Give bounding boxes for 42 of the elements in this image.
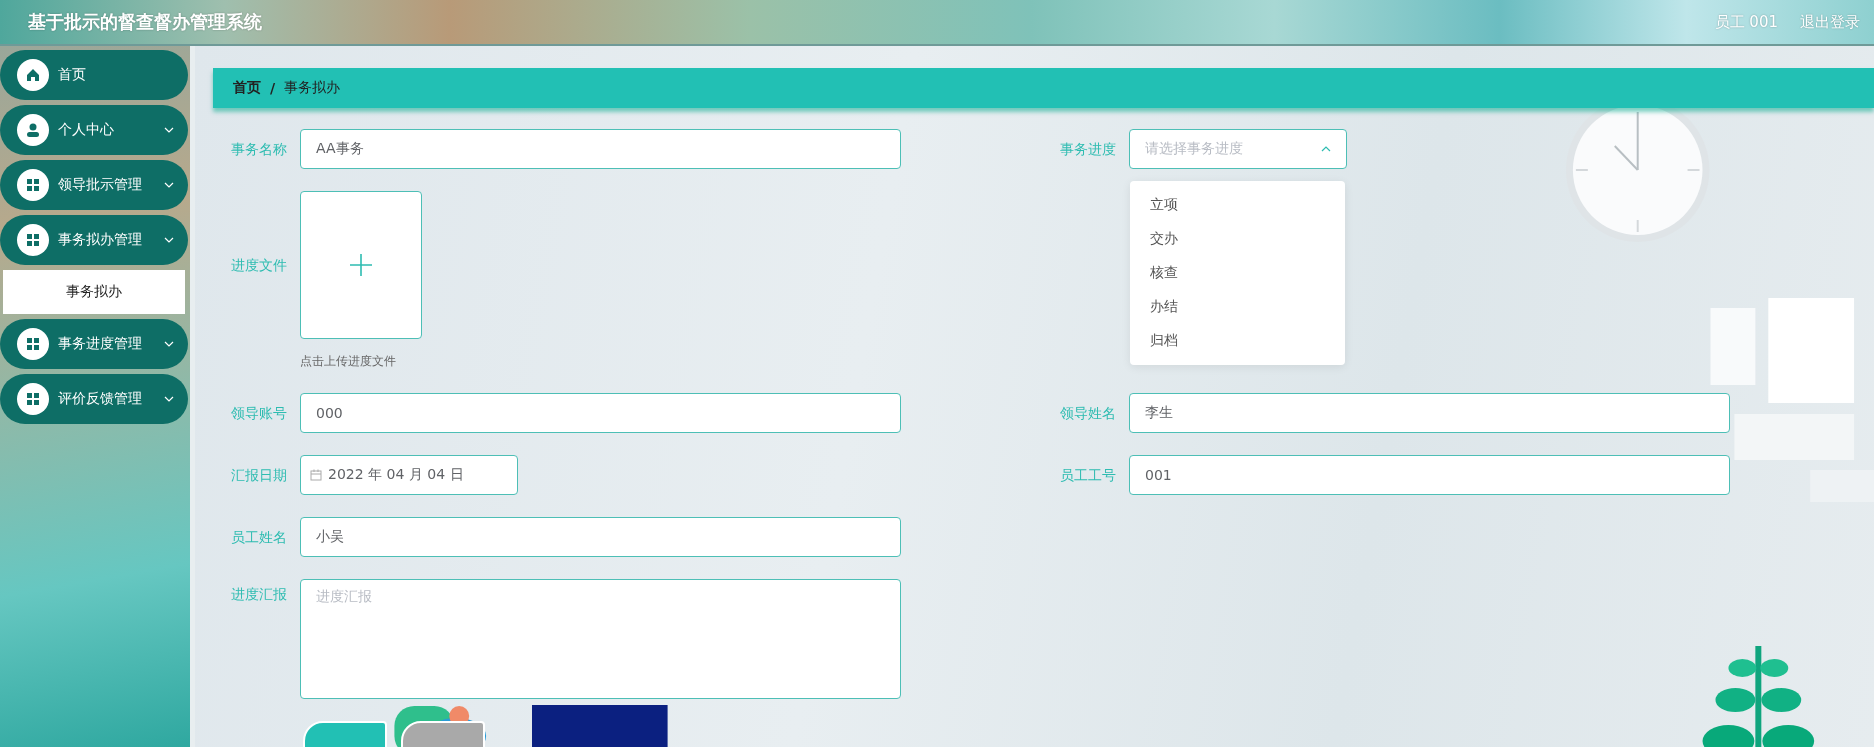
text-field[interactable]: 小吴 xyxy=(300,517,901,557)
breadcrumb-link[interactable]: 首页 xyxy=(233,79,261,97)
field-label: 事务进度 xyxy=(1059,140,1116,159)
dropdown-option[interactable]: 归档 xyxy=(1130,324,1345,358)
dropdown-option[interactable]: 立项 xyxy=(1130,188,1345,222)
user-label: 员工 001 xyxy=(1714,12,1778,32)
grid-icon xyxy=(17,224,49,256)
upload-hint: 点击上传进度文件 xyxy=(300,353,396,370)
dropdown-option[interactable]: 交办 xyxy=(1130,222,1345,256)
text-field[interactable]: 001 xyxy=(1129,455,1730,495)
field-label: 事务名称 xyxy=(230,140,287,159)
field-label: 进度汇报 xyxy=(230,585,287,604)
breadcrumb-link[interactable]: 事务拟办 xyxy=(284,79,341,97)
text-field[interactable]: 000 xyxy=(300,393,901,433)
text-field[interactable]: 李生 xyxy=(1129,393,1730,433)
menu-item[interactable]: 首页 xyxy=(0,50,188,100)
menu-item[interactable]: 评价反馈管理 xyxy=(0,374,188,424)
menu-item[interactable]: 个人中心 xyxy=(0,105,188,155)
field-label: 员工工号 xyxy=(1059,466,1116,485)
breadcrumb-separator: / xyxy=(270,80,276,96)
grid-icon xyxy=(17,169,49,201)
date-field[interactable]: 2022 年 04 月 04 日 xyxy=(300,455,518,495)
home-icon xyxy=(17,59,49,91)
field-label: 领导账号 xyxy=(230,404,287,423)
dropdown-option[interactable]: 核查 xyxy=(1130,256,1345,290)
calendar-icon xyxy=(310,469,322,481)
grid-icon xyxy=(17,328,49,360)
text-field[interactable]: AA事务 xyxy=(300,129,901,169)
menu-item[interactable]: 事务拟办管理 xyxy=(0,215,188,265)
user-icon xyxy=(17,114,49,146)
plus-icon xyxy=(349,253,373,277)
submenu-item[interactable]: 事务拟办 xyxy=(3,270,185,314)
grid-icon xyxy=(17,383,49,415)
field-label: 员工姓名 xyxy=(230,528,287,547)
dropdown-option[interactable]: 办结 xyxy=(1130,290,1345,324)
field-label: 汇报日期 xyxy=(230,466,287,485)
menu-item[interactable]: 事务进度管理 xyxy=(0,319,188,369)
field-label: 领导姓名 xyxy=(1059,404,1116,423)
app-title: 基于批示的督查督办管理系统 xyxy=(28,10,262,34)
field-label: 进度文件 xyxy=(230,256,287,275)
upload-box[interactable] xyxy=(300,191,422,339)
menu-item[interactable]: 领导批示管理 xyxy=(0,160,188,210)
